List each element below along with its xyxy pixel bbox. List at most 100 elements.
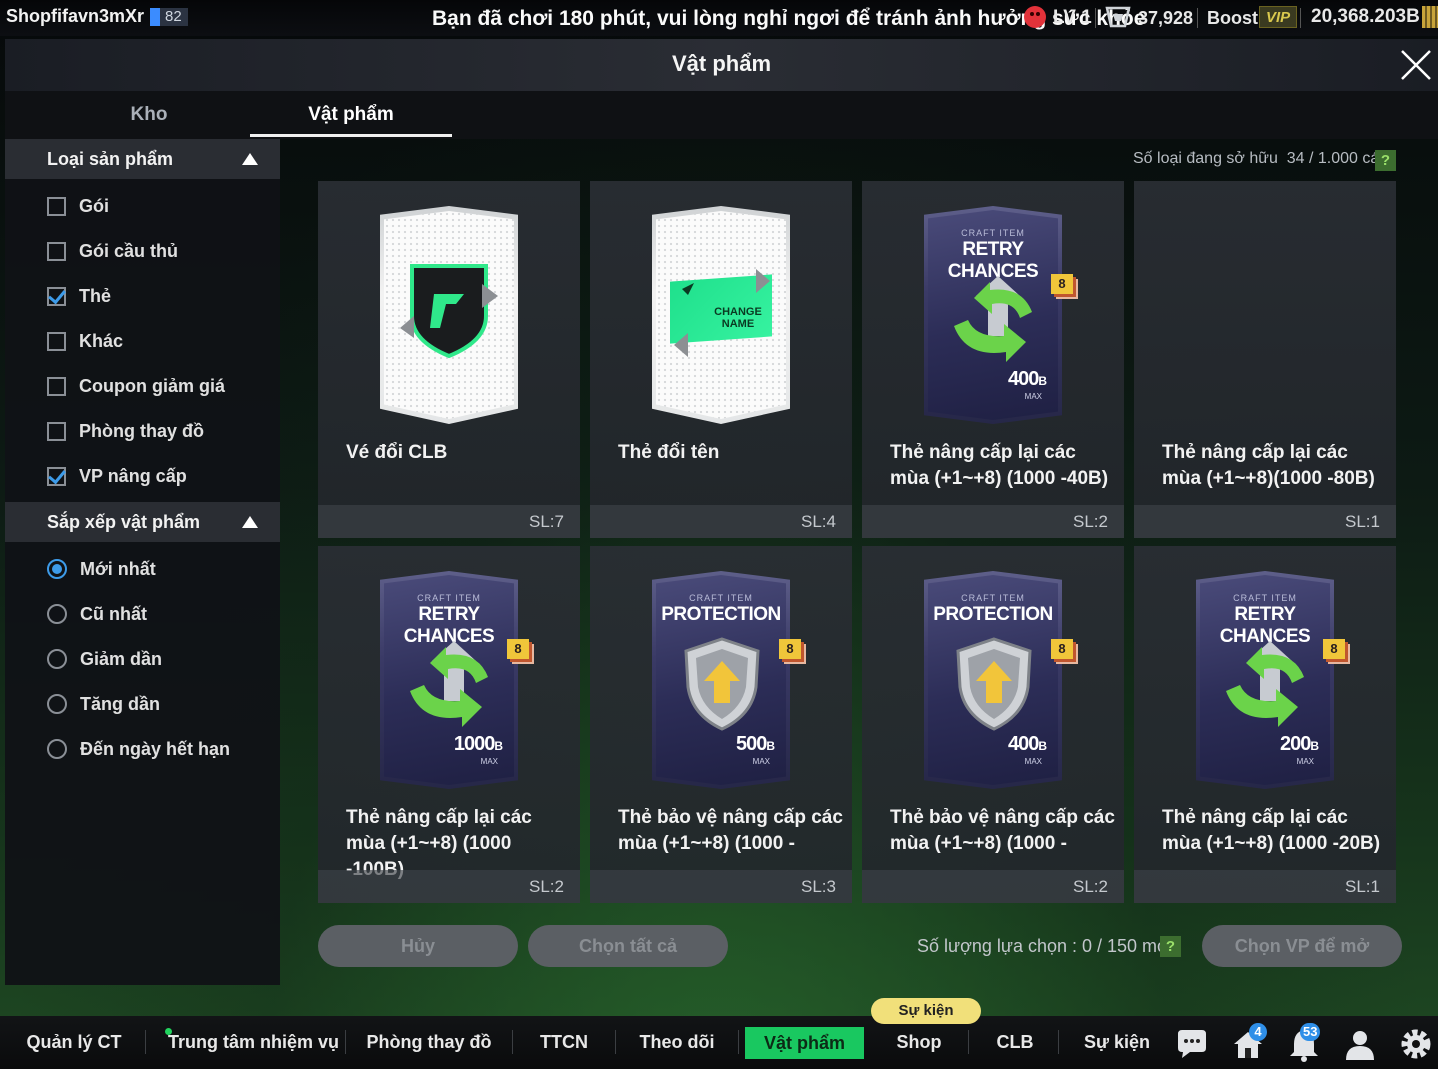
divider [738, 1030, 739, 1054]
capacity-value: 400B [1007, 733, 1047, 756]
capacity-max-label: MAX [1296, 757, 1314, 766]
item-card[interactable]: CRAFT ITEM RETRY CHANCES 8 200B MAX Thẻ … [1134, 546, 1396, 903]
owned-count: Số loại đang sở hữu 34 / 1.000 cái [1133, 150, 1383, 168]
checkbox-icon [47, 196, 66, 216]
divider [512, 1030, 513, 1054]
item-card[interactable]: CRAFT ITEM RETRY CHANCES 8 400B MAX Thẻ … [862, 181, 1124, 538]
item-name: Thẻ bảo vệ nâng cấp các mùa (+1~+8) (100… [890, 807, 1115, 854]
select-all-button[interactable]: Chọn tất cả [528, 925, 728, 967]
radio-icon [47, 649, 67, 669]
filter-sidebar: Loại sản phẩm Gói Gói cầu thủ Thẻ Khác C… [5, 139, 280, 985]
item-card[interactable]: Vé đổi CLB SL:7 [318, 181, 580, 538]
craft-subtitle: CRAFT ITEM [689, 593, 753, 603]
item-name: Thẻ đổi tên [618, 442, 720, 463]
retry-arrows-icon [954, 276, 1032, 362]
sort-title: Sắp xếp vật phẩm [47, 511, 201, 532]
item-card[interactable]: Thẻ nâng cấp lại các mùa (+1~+8)(1000 -8… [1134, 181, 1396, 538]
tab-storage[interactable]: Kho [49, 91, 249, 137]
category-filter-title: Loại sản phẩm [47, 148, 174, 169]
radio-selected-icon [47, 559, 67, 579]
item-name: Thẻ nâng cấp lại các mùa (+1~+8) (1000 -… [1162, 807, 1381, 854]
nav-shop[interactable]: Shop [878, 1016, 960, 1069]
window-title: Vật phẩm [671, 51, 772, 76]
checkbox-checked-icon [47, 466, 66, 486]
sort-radio-descending[interactable]: Giảm dần [47, 644, 162, 674]
club-change-ticket-art [380, 206, 518, 424]
craft-subtitle: CRAFT ITEM [961, 228, 1025, 238]
settings-icon[interactable] [1398, 1026, 1434, 1062]
sort-label: Đến ngày hết hạn [80, 738, 231, 759]
shield-icon [684, 637, 760, 731]
notification-badge: 53 [1300, 1023, 1321, 1041]
divider [345, 1030, 346, 1054]
nav-locker-room[interactable]: Phòng thay đồ [362, 1016, 496, 1069]
nav-team-management[interactable]: Quản lý CT [18, 1016, 130, 1069]
category-filter-header[interactable]: Loại sản phẩm [5, 139, 280, 179]
capacity-unit: B [1038, 374, 1047, 388]
nav-club[interactable]: CLB [984, 1016, 1046, 1069]
item-name: Thẻ nâng cấp lại các mùa (+1~+8)(1000 -8… [1162, 442, 1375, 489]
filter-checkbox-coupon[interactable]: Coupon giảm giá [47, 371, 225, 401]
filter-checkbox-card[interactable]: Thẻ [47, 281, 111, 311]
help-button[interactable]: ? [1375, 150, 1396, 171]
nav-events[interactable]: Sự kiện [1078, 1016, 1156, 1069]
nav-follow[interactable]: Theo dõi [632, 1016, 722, 1069]
cancel-button[interactable]: Hủy [318, 925, 518, 967]
item-quantity: SL:7 [529, 512, 564, 531]
tab-bar: Kho Vật phẩm [5, 91, 1438, 139]
close-button[interactable] [1396, 45, 1436, 85]
craft-subtitle: CRAFT ITEM [961, 593, 1025, 603]
sort-radio-expiry[interactable]: Đến ngày hết hạn [47, 734, 230, 764]
boost-label[interactable]: Boost [1207, 8, 1258, 29]
filter-label: Phòng thay đồ [79, 420, 204, 441]
capacity-number: 200 [1279, 733, 1311, 755]
sort-label: Giảm dần [80, 648, 163, 669]
radio-icon [47, 604, 67, 624]
radio-icon [47, 694, 67, 714]
tab-items[interactable]: Vật phẩm [250, 91, 452, 137]
sort-header[interactable]: Sắp xếp vật phẩm [5, 502, 280, 542]
status-bar: Shopfifavn3mXr 82 Bạn đã chơi 180 phút, … [0, 0, 1438, 36]
item-card[interactable]: CRAFT ITEM PROTECTION 8 500B MAX Thẻ bảo… [590, 546, 852, 903]
protection-card-art: CRAFT ITEM PROTECTION 8 400B MAX [924, 571, 1073, 789]
profile-icon[interactable] [1342, 1026, 1378, 1062]
item-card[interactable]: CRAFT ITEM RETRY CHANCES 8 1000B MAX Thẻ… [318, 546, 580, 903]
item-card[interactable]: CHANGE NAME Thẻ đổi tên SL:4 [590, 181, 852, 538]
sort-radio-newest[interactable]: Mới nhất [47, 554, 156, 584]
protection-card-art: CRAFT ITEM PROTECTION 8 500B MAX [652, 571, 801, 789]
sort-radio-ascending[interactable]: Tăng dần [47, 689, 160, 719]
capacity-value: 200B [1279, 733, 1319, 756]
item-quantity: SL:3 [801, 877, 836, 896]
filter-label: Gói [79, 195, 109, 216]
sort-radio-oldest[interactable]: Cũ nhất [47, 599, 147, 629]
bp-icon [1422, 6, 1438, 28]
chat-icon[interactable] [1174, 1026, 1210, 1062]
vip-badge[interactable]: VIP [1259, 6, 1298, 28]
craft-subtitle: CRAFT ITEM [417, 593, 481, 603]
home-badge: 4 [1249, 1023, 1267, 1041]
item-quantity: SL:2 [529, 877, 564, 896]
filter-checkbox-player-pack[interactable]: Gói cầu thủ [47, 236, 178, 266]
capacity-number: 500 [735, 733, 767, 755]
capacity-value: 1000B [454, 733, 503, 756]
item-quantity: SL:2 [1073, 512, 1108, 531]
filter-label: Thẻ [79, 285, 112, 306]
checkbox-icon [47, 241, 66, 261]
nav-mission-center[interactable]: Trung tâm nhiệm vụ [168, 1016, 339, 1069]
open-selected-button[interactable]: Chọn VP để mở [1202, 925, 1402, 967]
nav-items[interactable]: Vật phẩm [745, 1027, 864, 1059]
filter-checkbox-upgrade-items[interactable]: VP nâng cấp [47, 461, 187, 491]
filter-checkbox-pack[interactable]: Gói [47, 191, 109, 221]
nav-ttcn[interactable]: TTCN [530, 1016, 598, 1069]
bp-balance: 20,368.203B [1311, 6, 1420, 27]
item-card[interactable]: CRAFT ITEM PROTECTION 8 400B MAX Thẻ bảo… [862, 546, 1124, 903]
window-header: Vật phẩm [5, 39, 1438, 91]
filter-checkbox-locker-room[interactable]: Phòng thay đồ [47, 416, 204, 446]
divider [968, 1030, 969, 1054]
help-button[interactable]: ? [1160, 936, 1181, 957]
filter-checkbox-other[interactable]: Khác [47, 326, 123, 356]
level-badge: 8 [507, 639, 529, 659]
selection-count: Số lượng lựa chọn : 0 / 150 món [917, 936, 1178, 956]
sort-label: Tăng dần [80, 693, 160, 714]
capacity-number: 400 [1007, 733, 1039, 755]
